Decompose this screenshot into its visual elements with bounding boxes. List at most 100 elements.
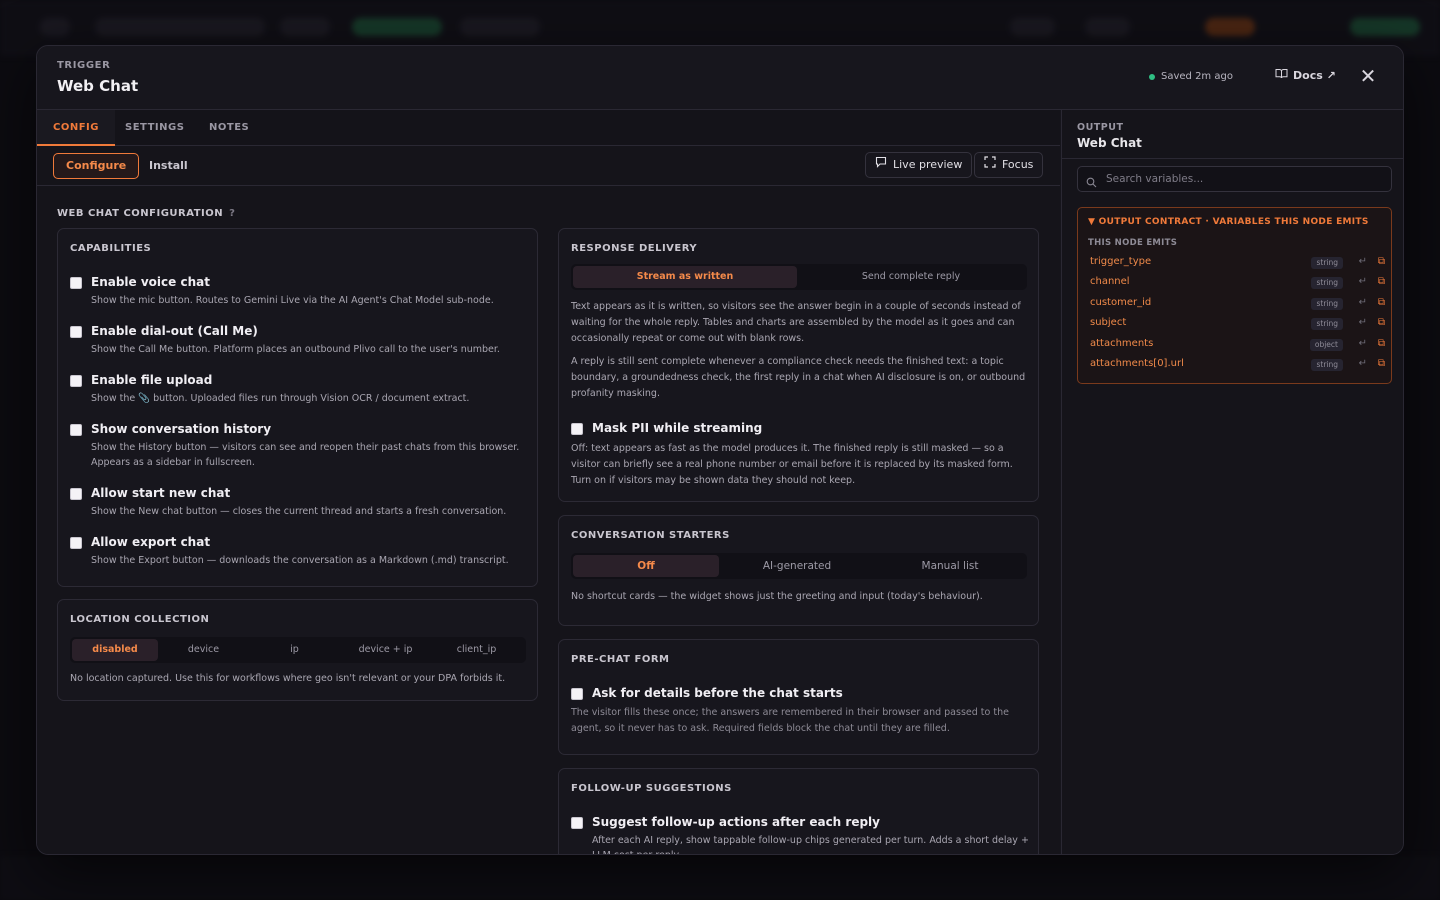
copy-icon[interactable]: ⧉: [1378, 317, 1385, 328]
option-label: Allow start new chat: [91, 486, 231, 500]
background-pill: [1350, 18, 1420, 36]
insert-icon[interactable]: ↵: [1359, 297, 1367, 308]
variable-name[interactable]: subject: [1090, 317, 1126, 328]
starters-option-ai[interactable]: AI-generated: [719, 555, 875, 577]
node-config-modal: TRIGGER Web Chat Saved 2m ago Docs ↗ ✕ C…: [36, 45, 1404, 855]
modal-header: TRIGGER Web Chat Saved 2m ago Docs ↗ ✕: [37, 46, 1403, 110]
response-delivery-title: RESPONSE DELIVERY: [571, 243, 698, 254]
background-pill: [460, 18, 540, 36]
location-option-device[interactable]: device: [158, 639, 249, 661]
follow-up-card: FOLLOW-UP SUGGESTIONS Suggest follow-up …: [558, 768, 1039, 854]
variable-type: string: [1311, 257, 1343, 269]
section-title-text: WEB CHAT CONFIGURATION: [57, 208, 224, 219]
config-content: WEB CHAT CONFIGURATION? CAPABILITIES Ena…: [37, 186, 1060, 854]
variable-row: attachments[0].url string ↵ ⧉: [1090, 356, 1385, 374]
option-label: Show conversation history: [91, 422, 272, 436]
insert-icon[interactable]: ↵: [1359, 358, 1367, 369]
mask-pii-checkbox[interactable]: [571, 423, 583, 435]
close-icon[interactable]: ✕: [1357, 66, 1379, 88]
option-label: Ask for details before the chat starts: [592, 686, 843, 700]
complete-reply-option[interactable]: Send complete reply: [797, 266, 1025, 288]
follow-up-checkbox[interactable]: [571, 817, 583, 829]
starters-segmented-control: Off AI-generated Manual list: [571, 553, 1027, 579]
option-label: Enable file upload: [91, 373, 213, 387]
background-pill: [1010, 18, 1055, 36]
modal-title: Web Chat: [57, 77, 139, 95]
location-card: LOCATION COLLECTION disabled device ip d…: [57, 599, 538, 701]
sub-toolbar: Configure Install Live preview Focus: [37, 146, 1060, 186]
option-description: After each AI reply, show tappable follo…: [592, 835, 1029, 854]
docs-label: Docs ↗: [1293, 68, 1336, 82]
variable-name[interactable]: attachments: [1090, 338, 1153, 349]
location-option-disabled[interactable]: disabled: [72, 639, 158, 661]
option-description: Show the History button — visitors can s…: [91, 442, 520, 468]
conversation-starters-card: CONVERSATION STARTERS Off AI-generated M…: [558, 515, 1039, 626]
starters-option-manual[interactable]: Manual list: [875, 555, 1025, 577]
variable-type: string: [1311, 359, 1343, 371]
install-button[interactable]: Install: [149, 153, 188, 179]
copy-icon[interactable]: ⧉: [1378, 297, 1385, 308]
history-checkbox[interactable]: [70, 424, 82, 436]
book-icon: [1275, 68, 1288, 82]
copy-icon[interactable]: ⧉: [1378, 338, 1385, 349]
dial-out-checkbox[interactable]: [70, 326, 82, 338]
variable-name[interactable]: trigger_type: [1090, 256, 1151, 267]
output-title: Web Chat: [1077, 136, 1142, 150]
search-input[interactable]: Search variables...: [1077, 166, 1392, 192]
focus-button[interactable]: Focus: [974, 152, 1044, 178]
configure-button[interactable]: Configure: [53, 153, 140, 179]
prechat-description: The visitor fills these once; the answer…: [571, 707, 1009, 734]
voice-chat-checkbox[interactable]: [70, 277, 82, 289]
insert-icon[interactable]: ↵: [1359, 256, 1367, 267]
background-pill: [1205, 18, 1255, 36]
variable-name[interactable]: channel: [1090, 276, 1130, 287]
config-pane: CONFIG SETTINGS NOTES Configure Install …: [37, 110, 1060, 854]
option-description: Show the mic button. Routes to Gemini Li…: [91, 295, 494, 306]
pre-chat-checkbox[interactable]: [571, 688, 583, 700]
option-label: Enable dial-out (Call Me): [91, 324, 258, 338]
copy-icon[interactable]: ⧉: [1378, 358, 1385, 369]
export-chat-checkbox[interactable]: [70, 537, 82, 549]
output-pane: OUTPUT Web Chat Search variables... ▼ OU…: [1061, 110, 1403, 854]
location-option-ip[interactable]: ip: [249, 639, 340, 661]
variable-name[interactable]: customer_id: [1090, 297, 1151, 308]
chat-bubble-icon: [875, 153, 887, 177]
location-option-client-ip[interactable]: client_ip: [431, 639, 522, 661]
tab-config[interactable]: CONFIG: [37, 110, 115, 146]
variable-row: attachments object ↵ ⧉: [1090, 336, 1385, 354]
file-upload-checkbox[interactable]: [70, 375, 82, 387]
tab-notes[interactable]: NOTES: [193, 110, 265, 146]
starters-option-off[interactable]: Off: [573, 555, 719, 577]
output-label: OUTPUT: [1077, 122, 1124, 133]
option-description: Show the New chat button — closes the cu…: [91, 506, 507, 517]
starters-description: No shortcut cards — the widget shows jus…: [571, 591, 983, 602]
copy-icon[interactable]: ⧉: [1378, 276, 1385, 287]
stream-option[interactable]: Stream as written: [573, 266, 797, 288]
tab-bar: CONFIG SETTINGS NOTES: [37, 110, 1060, 146]
live-preview-button[interactable]: Live preview: [865, 152, 973, 178]
insert-icon[interactable]: ↵: [1359, 317, 1367, 328]
prechat-title: PRE-CHAT FORM: [571, 654, 670, 665]
option-label: Allow export chat: [91, 535, 211, 549]
divider: [1062, 158, 1403, 159]
location-option-device-ip[interactable]: device + ip: [340, 639, 431, 661]
background-pill: [352, 18, 442, 36]
new-chat-checkbox[interactable]: [70, 488, 82, 500]
section-title: WEB CHAT CONFIGURATION?: [57, 208, 235, 219]
variable-name[interactable]: attachments[0].url: [1090, 358, 1184, 369]
copy-icon[interactable]: ⧉: [1378, 256, 1385, 267]
background-pill: [280, 18, 330, 36]
contract-subtitle: THIS NODE EMITS: [1088, 238, 1178, 248]
help-icon[interactable]: ?: [229, 208, 235, 219]
insert-icon[interactable]: ↵: [1359, 276, 1367, 287]
contract-toggle[interactable]: ▼ OUTPUT CONTRACT · VARIABLES THIS NODE …: [1088, 217, 1369, 227]
capabilities-card: CAPABILITIES Enable voice chat Show the …: [57, 228, 538, 587]
background-pill: [1085, 18, 1130, 36]
status-dot-icon: [1149, 73, 1155, 80]
variable-row: channel string ↵ ⧉: [1090, 274, 1385, 292]
tab-settings[interactable]: SETTINGS: [109, 110, 200, 146]
background-pill: [40, 18, 70, 36]
insert-icon[interactable]: ↵: [1359, 338, 1367, 349]
docs-link[interactable]: Docs ↗: [1275, 68, 1336, 82]
response-delivery-segmented-control: Stream as written Send complete reply: [571, 264, 1027, 290]
